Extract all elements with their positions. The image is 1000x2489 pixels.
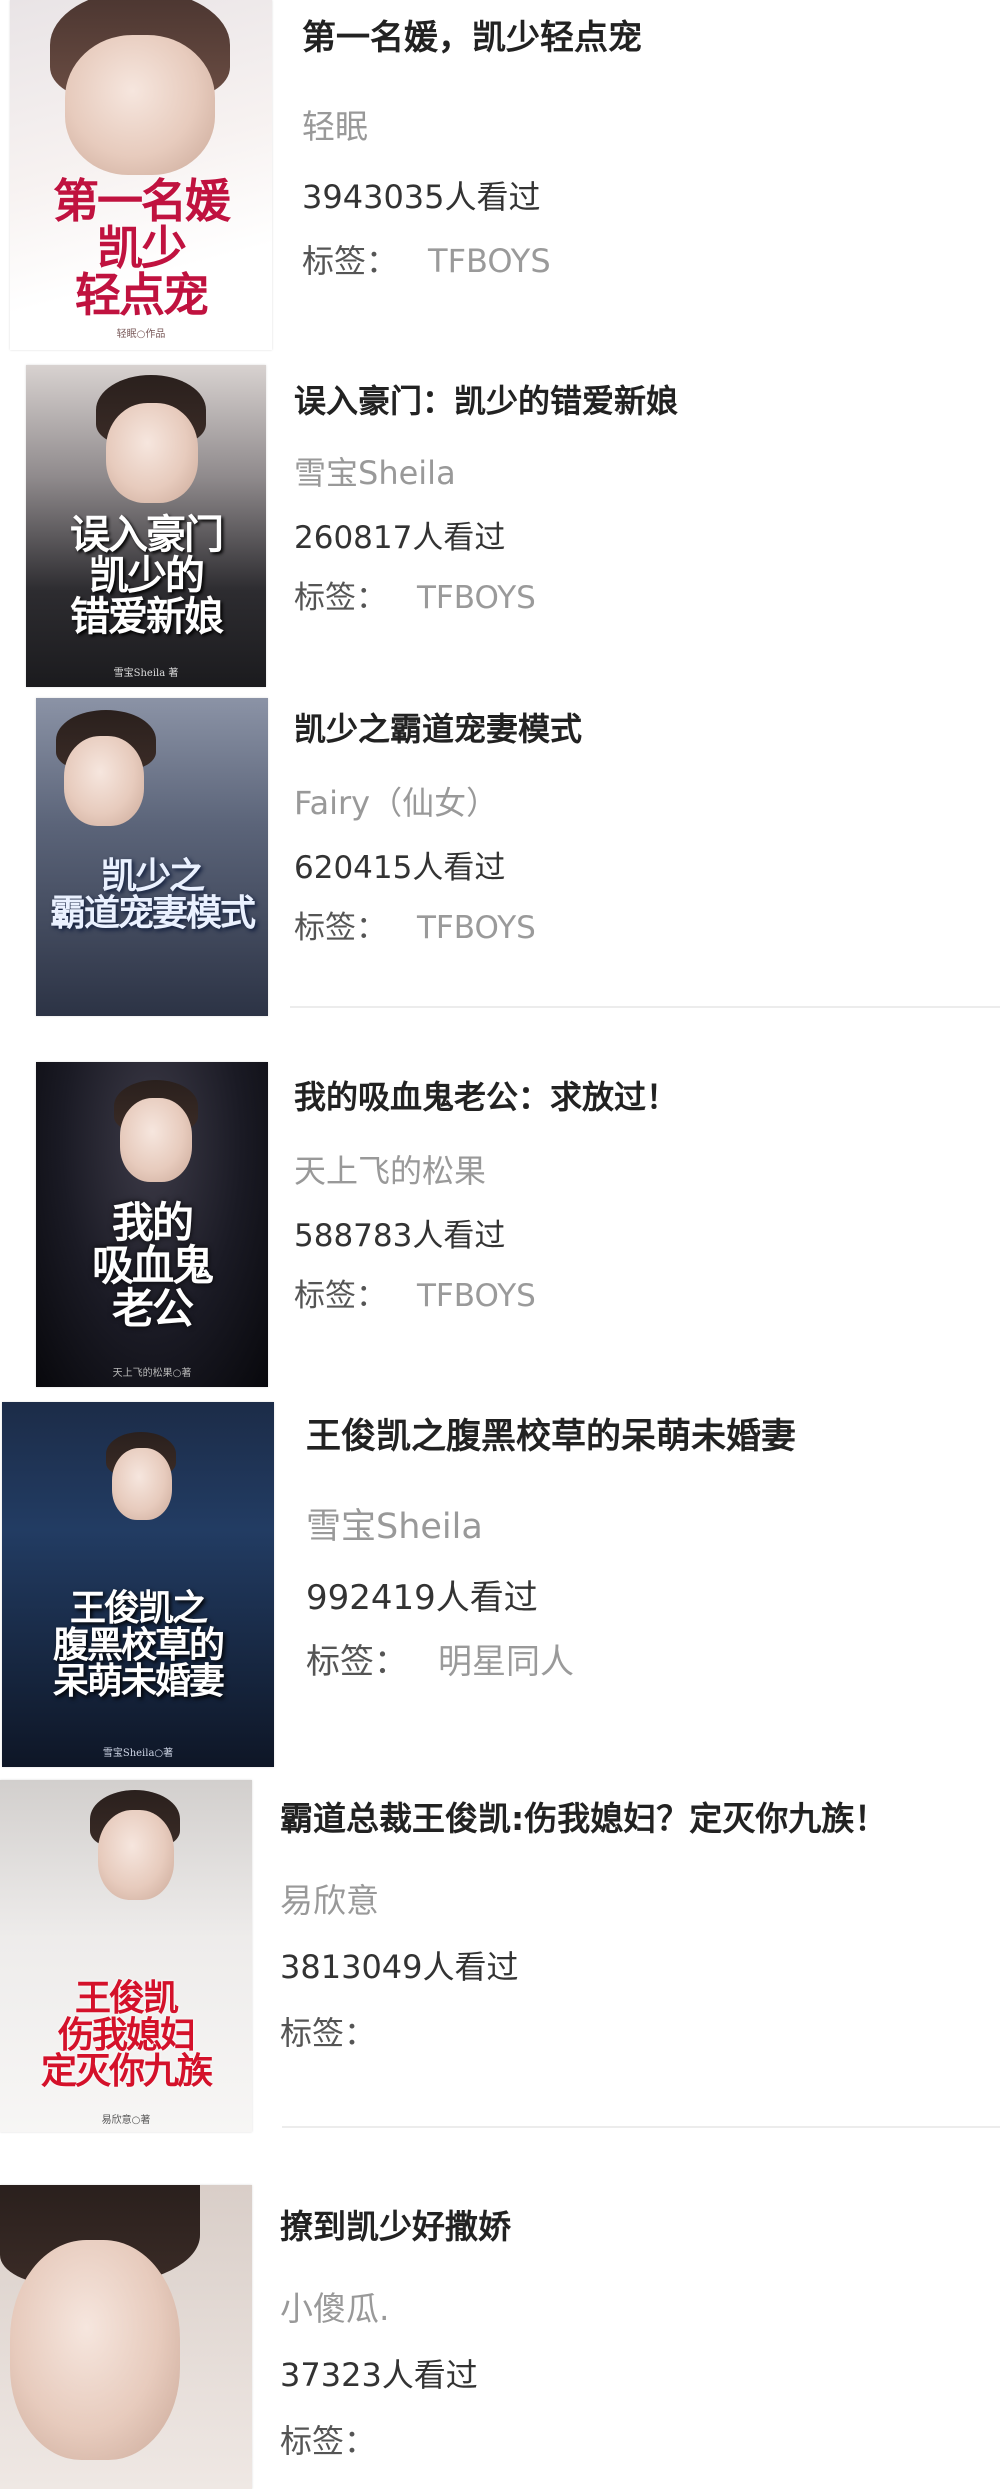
tags-label: 标签： (306, 1642, 408, 1682)
book-tags: 标签： (280, 2008, 406, 2054)
cover-byline: 雪宝Sheila○著 (102, 1748, 174, 1759)
book-title[interactable]: 第一名媛，凯少轻点宠 (302, 10, 642, 59)
view-count: 620415人看过 (294, 850, 506, 886)
book-cover[interactable]: 第一名媛 凯少 轻点宠 轻眠○作品 (10, 0, 272, 350)
list-item[interactable]: 误入豪门 凯少的 错爱新娘 雪宝Sheila 著 误入豪门：凯少的错爱新娘 雪宝Sh… (0, 360, 1000, 690)
view-count: 3813049人看过 (280, 1948, 519, 1986)
book-author[interactable]: 小傻瓜. (280, 2282, 390, 2330)
book-cover[interactable]: 我的 吸血鬼 老公 天上飞的松果○著 (36, 1062, 268, 1387)
book-title[interactable]: 撩到凯少好撒娇 (280, 2200, 511, 2248)
tags-label: 标签： (294, 910, 387, 946)
list-item[interactable]: 撩到凯少好撒娇 小傻瓜. 37323人看过 标签： (0, 2150, 1000, 2489)
list-divider (290, 1006, 1000, 1008)
cover-face (106, 403, 198, 503)
book-tags: 标签： 明星同人 (306, 1634, 574, 1683)
tags-label: 标签： (294, 1278, 387, 1314)
book-tags: 标签： TFBOYS (294, 902, 536, 947)
view-count: 3943035人看过 (302, 178, 541, 216)
book-title[interactable]: 我的吸血鬼老公：求放过！ (294, 1072, 678, 1118)
tag[interactable]: TFBOYS (428, 242, 551, 280)
book-cover[interactable]: 王俊凯 伤我媳妇 定灭你九族 易欣意○著 (0, 1780, 252, 2132)
tag[interactable]: TFBOYS (417, 910, 536, 946)
book-author[interactable]: 易欣意 (280, 1874, 379, 1922)
tag[interactable]: 明星同人 (438, 1642, 574, 1682)
cover-byline: 雪宝Sheila 著 (113, 668, 179, 679)
book-author[interactable]: 雪宝Sheila (294, 448, 456, 494)
cover-title-art: 第一名媛 凯少 轻点宠 (53, 174, 231, 322)
book-author[interactable]: 天上飞的松果 (294, 1146, 486, 1192)
list-item[interactable]: 第一名媛 凯少 轻点宠 轻眠○作品 第一名媛，凯少轻点宠 轻眠 3943035人看过… (0, 0, 1000, 360)
book-author[interactable]: 轻眠 (302, 100, 368, 148)
view-count: 588783人看过 (294, 1218, 506, 1254)
cover-face (10, 2240, 180, 2460)
book-tags: 标签： TFBOYS (294, 1270, 536, 1315)
tags-label: 标签： (294, 580, 387, 616)
tags-label: 标签： (280, 2014, 377, 2052)
cover-byline: 易欣意○著 (101, 2115, 151, 2126)
book-author[interactable]: Fairy（仙女） (294, 778, 498, 824)
list-item[interactable]: 凯少之 霸道宠妻模式 凯少之霸道宠妻模式 Fairy（仙女） 620415人看过 … (0, 690, 1000, 1020)
tag[interactable]: TFBOYS (417, 1278, 536, 1314)
book-title[interactable]: 王俊凯之腹黑校草的呆萌未婚妻 (306, 1408, 796, 1459)
book-tags: 标签： (280, 2416, 406, 2462)
book-title[interactable]: 凯少之霸道宠妻模式 (294, 704, 582, 750)
list-item[interactable]: 王俊凯 伤我媳妇 定灭你九族 易欣意○著 霸道总裁王俊凯:伤我媳妇？定灭你九族！ 易… (0, 1770, 1000, 2140)
book-tags: 标签： TFBOYS (302, 236, 551, 282)
book-author[interactable]: 雪宝Sheila (306, 1498, 483, 1549)
book-cover[interactable]: 王俊凯之 腹黑校草的 呆萌未婚妻 雪宝Sheila○著 (2, 1402, 274, 1767)
cover-title-art: 王俊凯之 腹黑校草的 呆萌未婚妻 (52, 1587, 225, 1703)
book-title[interactable]: 霸道总裁王俊凯:伤我媳妇？定灭你九族！ (280, 1792, 887, 1840)
book-tags: 标签： TFBOYS (294, 572, 536, 617)
cover-face (98, 1810, 174, 1900)
view-count: 260817人看过 (294, 520, 506, 556)
tag[interactable]: TFBOYS (417, 580, 536, 616)
tags-label: 标签： (280, 2422, 377, 2460)
book-cover[interactable]: 凯少之 霸道宠妻模式 (36, 698, 268, 1016)
cover-face (65, 35, 215, 175)
cover-byline: 天上飞的松果○著 (112, 1368, 192, 1379)
cover-title-art: 误入豪门 凯少的 错爱新娘 (70, 511, 224, 640)
cover-title-art: 王俊凯 伤我媳妇 定灭你九族 (40, 1977, 213, 2093)
cover-title-art: 我的 吸血鬼 老公 (91, 1198, 214, 1333)
cover-face (120, 1098, 192, 1182)
list-item[interactable]: 王俊凯之 腹黑校草的 呆萌未婚妻 雪宝Sheila○著 王俊凯之腹黑校草的呆萌未婚妻… (0, 1390, 1000, 1767)
list-divider (282, 2126, 1000, 2128)
book-title[interactable]: 误入豪门：凯少的错爱新娘 (294, 376, 678, 422)
cover-byline: 轻眠○作品 (116, 329, 166, 340)
cover-title-art: 凯少之 霸道宠妻模式 (49, 855, 256, 934)
cover-face (64, 736, 144, 826)
cover-face (112, 1448, 172, 1520)
list-item[interactable]: 我的 吸血鬼 老公 天上飞的松果○著 我的吸血鬼老公：求放过！ 天上飞的松果 588… (0, 1020, 1000, 1387)
novel-list-page: { "books": [ { "title": "第一名媛，凯少轻点宠", "a… (0, 0, 1000, 2489)
tags-label: 标签： (302, 242, 399, 280)
book-cover[interactable] (0, 2185, 252, 2489)
view-count: 992419人看过 (306, 1578, 538, 1618)
book-cover[interactable]: 误入豪门 凯少的 错爱新娘 雪宝Sheila 著 (26, 365, 266, 687)
view-count: 37323人看过 (280, 2356, 478, 2394)
